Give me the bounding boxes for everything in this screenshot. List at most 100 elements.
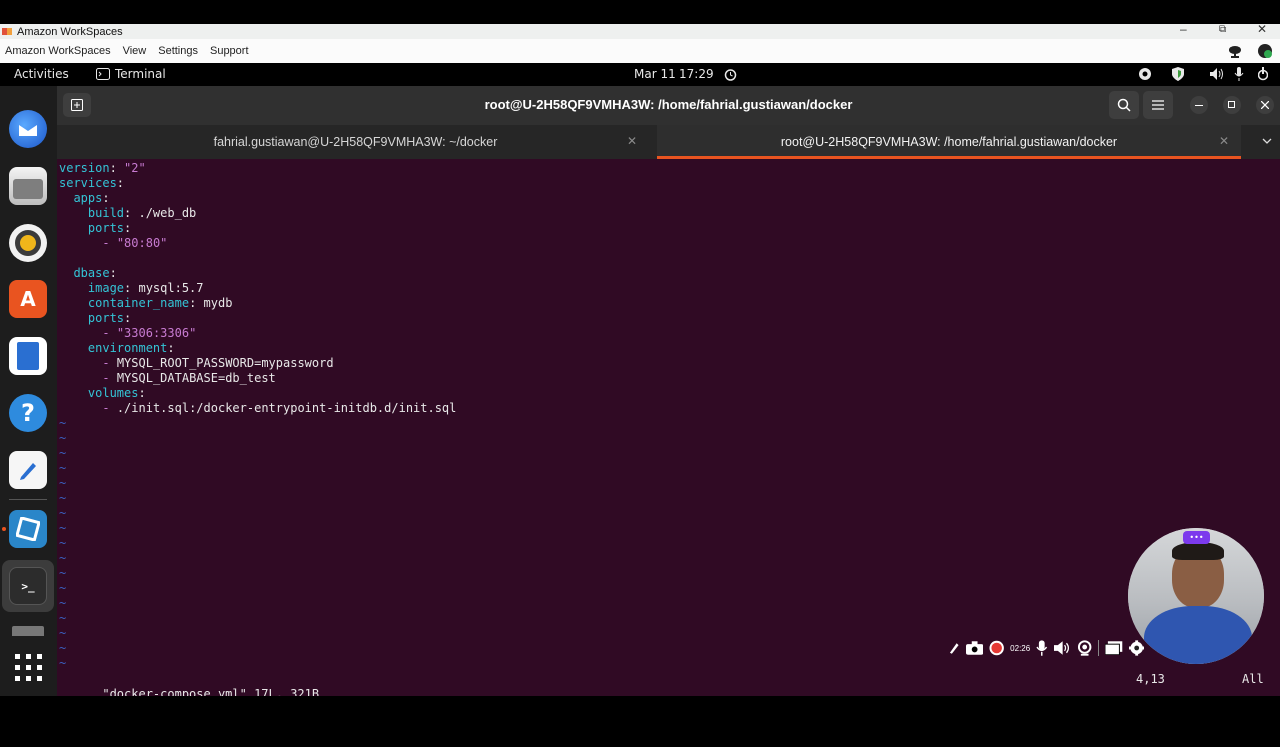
rhythmbox-icon[interactable] [9,224,47,262]
empty-line-marker: ~ [59,551,67,565]
code-line-16: volumes: [87,386,146,400]
clock-date[interactable]: Mar 11 [634,67,676,81]
status-cursor-position: 4,13 [1136,672,1165,686]
webcam-toggle-icon[interactable] [1077,640,1092,656]
app-menu-terminal[interactable]: Terminal [115,67,166,81]
minimize-window-button[interactable] [1190,96,1208,114]
trash-icon[interactable] [12,626,44,636]
shield-tray-icon[interactable] [1172,67,1184,81]
empty-line-marker: ~ [59,491,67,505]
terminal-app-icon [96,68,110,80]
restore-icon[interactable]: ⧉ [1219,24,1226,35]
close-window-button[interactable] [1256,96,1274,114]
empty-line-marker: ~ [59,416,67,430]
tabs-overflow-chevron-icon[interactable] [1262,138,1272,145]
vim-status-line: "docker-compose.yml" 17L, 321B 4,13 All [59,672,1278,701]
code-line-3: apps: [73,191,110,205]
menu-settings[interactable]: Settings [158,45,198,57]
close-icon[interactable]: ✕ [1257,22,1267,36]
screen: Amazon WorkSpaces – ⧉ ✕ Amazon WorkSpace… [0,0,1280,720]
tab-label: fahrial.gustiawan@U-2H58QF9VMHA3W: ~/doc… [213,135,498,149]
empty-line-marker: ~ [59,476,67,490]
tab-home-docker[interactable]: fahrial.gustiawan@U-2H58QF9VMHA3W: ~/doc… [57,125,654,159]
code-line-12: - "3306:3306" [102,326,197,340]
workspaces-window-title: Amazon WorkSpaces [17,25,123,38]
dock-separator [9,499,47,500]
text-editor-icon[interactable] [9,451,47,489]
empty-line-marker: ~ [59,431,67,445]
running-indicator [2,527,6,531]
empty-line-marker: ~ [59,641,67,655]
alarm-icon [724,69,737,81]
activities-button[interactable]: Activities [14,67,69,81]
code-line-1: version: "2" [59,161,146,175]
terminal-body[interactable]: version: "2" services: apps: build: ./we… [57,159,1280,701]
code-line-9: image: mysql:5.7 [87,281,204,295]
search-button[interactable] [1109,91,1139,119]
empty-line-marker: ~ [59,611,67,625]
workspaces-client-icon[interactable] [9,510,47,548]
workspaces-titlebar: Amazon WorkSpaces – ⧉ ✕ [0,22,1280,39]
menu-view[interactable]: View [123,45,147,57]
terminal-dock-icon[interactable]: >_ [9,567,47,605]
files-icon[interactable] [9,167,47,205]
record-icon[interactable] [989,640,1004,656]
window-capture-icon[interactable] [1105,641,1123,655]
recorder-mic-icon[interactable] [1036,640,1048,656]
camera-icon[interactable] [965,641,983,655]
network-health-icon[interactable] [1257,43,1273,59]
gnome-top-bar: Activities Terminal Mar 11 17:29 [0,63,1280,86]
menu-support[interactable]: Support [210,45,249,57]
clock-time[interactable]: 17:29 [679,67,714,81]
empty-line-marker: ~ [59,656,67,670]
terminal-tab-bar: fahrial.gustiawan@U-2H58QF9VMHA3W: ~/doc… [57,125,1280,159]
app-center-icon[interactable]: A [9,280,47,318]
empty-line-marker: ~ [59,521,67,535]
tab-close-icon[interactable]: ✕ [627,134,637,148]
maximize-window-icon [1228,101,1235,108]
dock: A ? >_ [0,86,57,696]
empty-line-marker: ~ [59,566,67,580]
thunderbird-icon[interactable] [9,110,47,148]
tab-close-icon[interactable]: ✕ [1219,134,1229,148]
code-line-15: - MYSQL_DATABASE=db_test [102,371,276,385]
webcam-overlay [1128,528,1264,664]
settings-gear-tray-icon[interactable] [1138,67,1152,81]
recorder-speaker-icon[interactable] [1053,641,1071,655]
workspaces-menubar: Amazon WorkSpaces View Settings Support [0,39,1280,63]
recording-elapsed-time: 02:26 [1010,643,1031,653]
empty-line-marker: ~ [59,446,67,460]
power-icon[interactable] [1258,67,1268,81]
webcam-person-hair [1172,542,1224,560]
code-line-14: - MYSQL_ROOT_PASSWORD=mypassword [102,356,334,370]
code-line-2: services: [59,176,125,190]
draw-pen-icon[interactable] [948,641,960,655]
cloud-status-icon[interactable] [1227,43,1243,59]
terminal-window-title: root@U-2H58QF9VMHA3W: /home/fahrial.gust… [484,97,853,112]
empty-line-marker: ~ [59,581,67,595]
minimize-window-icon [1195,105,1203,106]
microphone-icon[interactable] [1234,67,1244,81]
code-line-13: environment: [87,341,175,355]
tab-root-docker[interactable]: root@U-2H58QF9VMHA3W: /home/fahrial.gust… [657,125,1241,159]
code-line-10: container_name: mydb [87,296,233,310]
code-line-4: build: ./web_db [87,206,197,220]
show-apps-icon[interactable] [15,654,42,681]
maximize-window-button[interactable] [1223,96,1241,114]
webcam-person-shirt [1144,606,1252,664]
libreoffice-writer-icon[interactable] [9,337,47,375]
webcam-menu-button[interactable]: ••• [1183,531,1210,544]
menu-amazon-workspaces[interactable]: Amazon WorkSpaces [5,45,111,57]
empty-line-marker: ~ [59,536,67,550]
close-window-icon [1261,101,1269,109]
volume-icon[interactable] [1210,68,1224,80]
minimize-icon[interactable]: – [1180,22,1187,36]
help-icon[interactable]: ? [9,394,47,432]
empty-line-marker: ~ [59,461,67,475]
tab-label: root@U-2H58QF9VMHA3W: /home/fahrial.gust… [780,135,1118,149]
code-line-6: - "80:80" [102,236,168,250]
hamburger-menu-button[interactable] [1143,91,1173,119]
workspaces-logo-icon [2,28,12,35]
empty-line-marker: ~ [59,596,67,610]
